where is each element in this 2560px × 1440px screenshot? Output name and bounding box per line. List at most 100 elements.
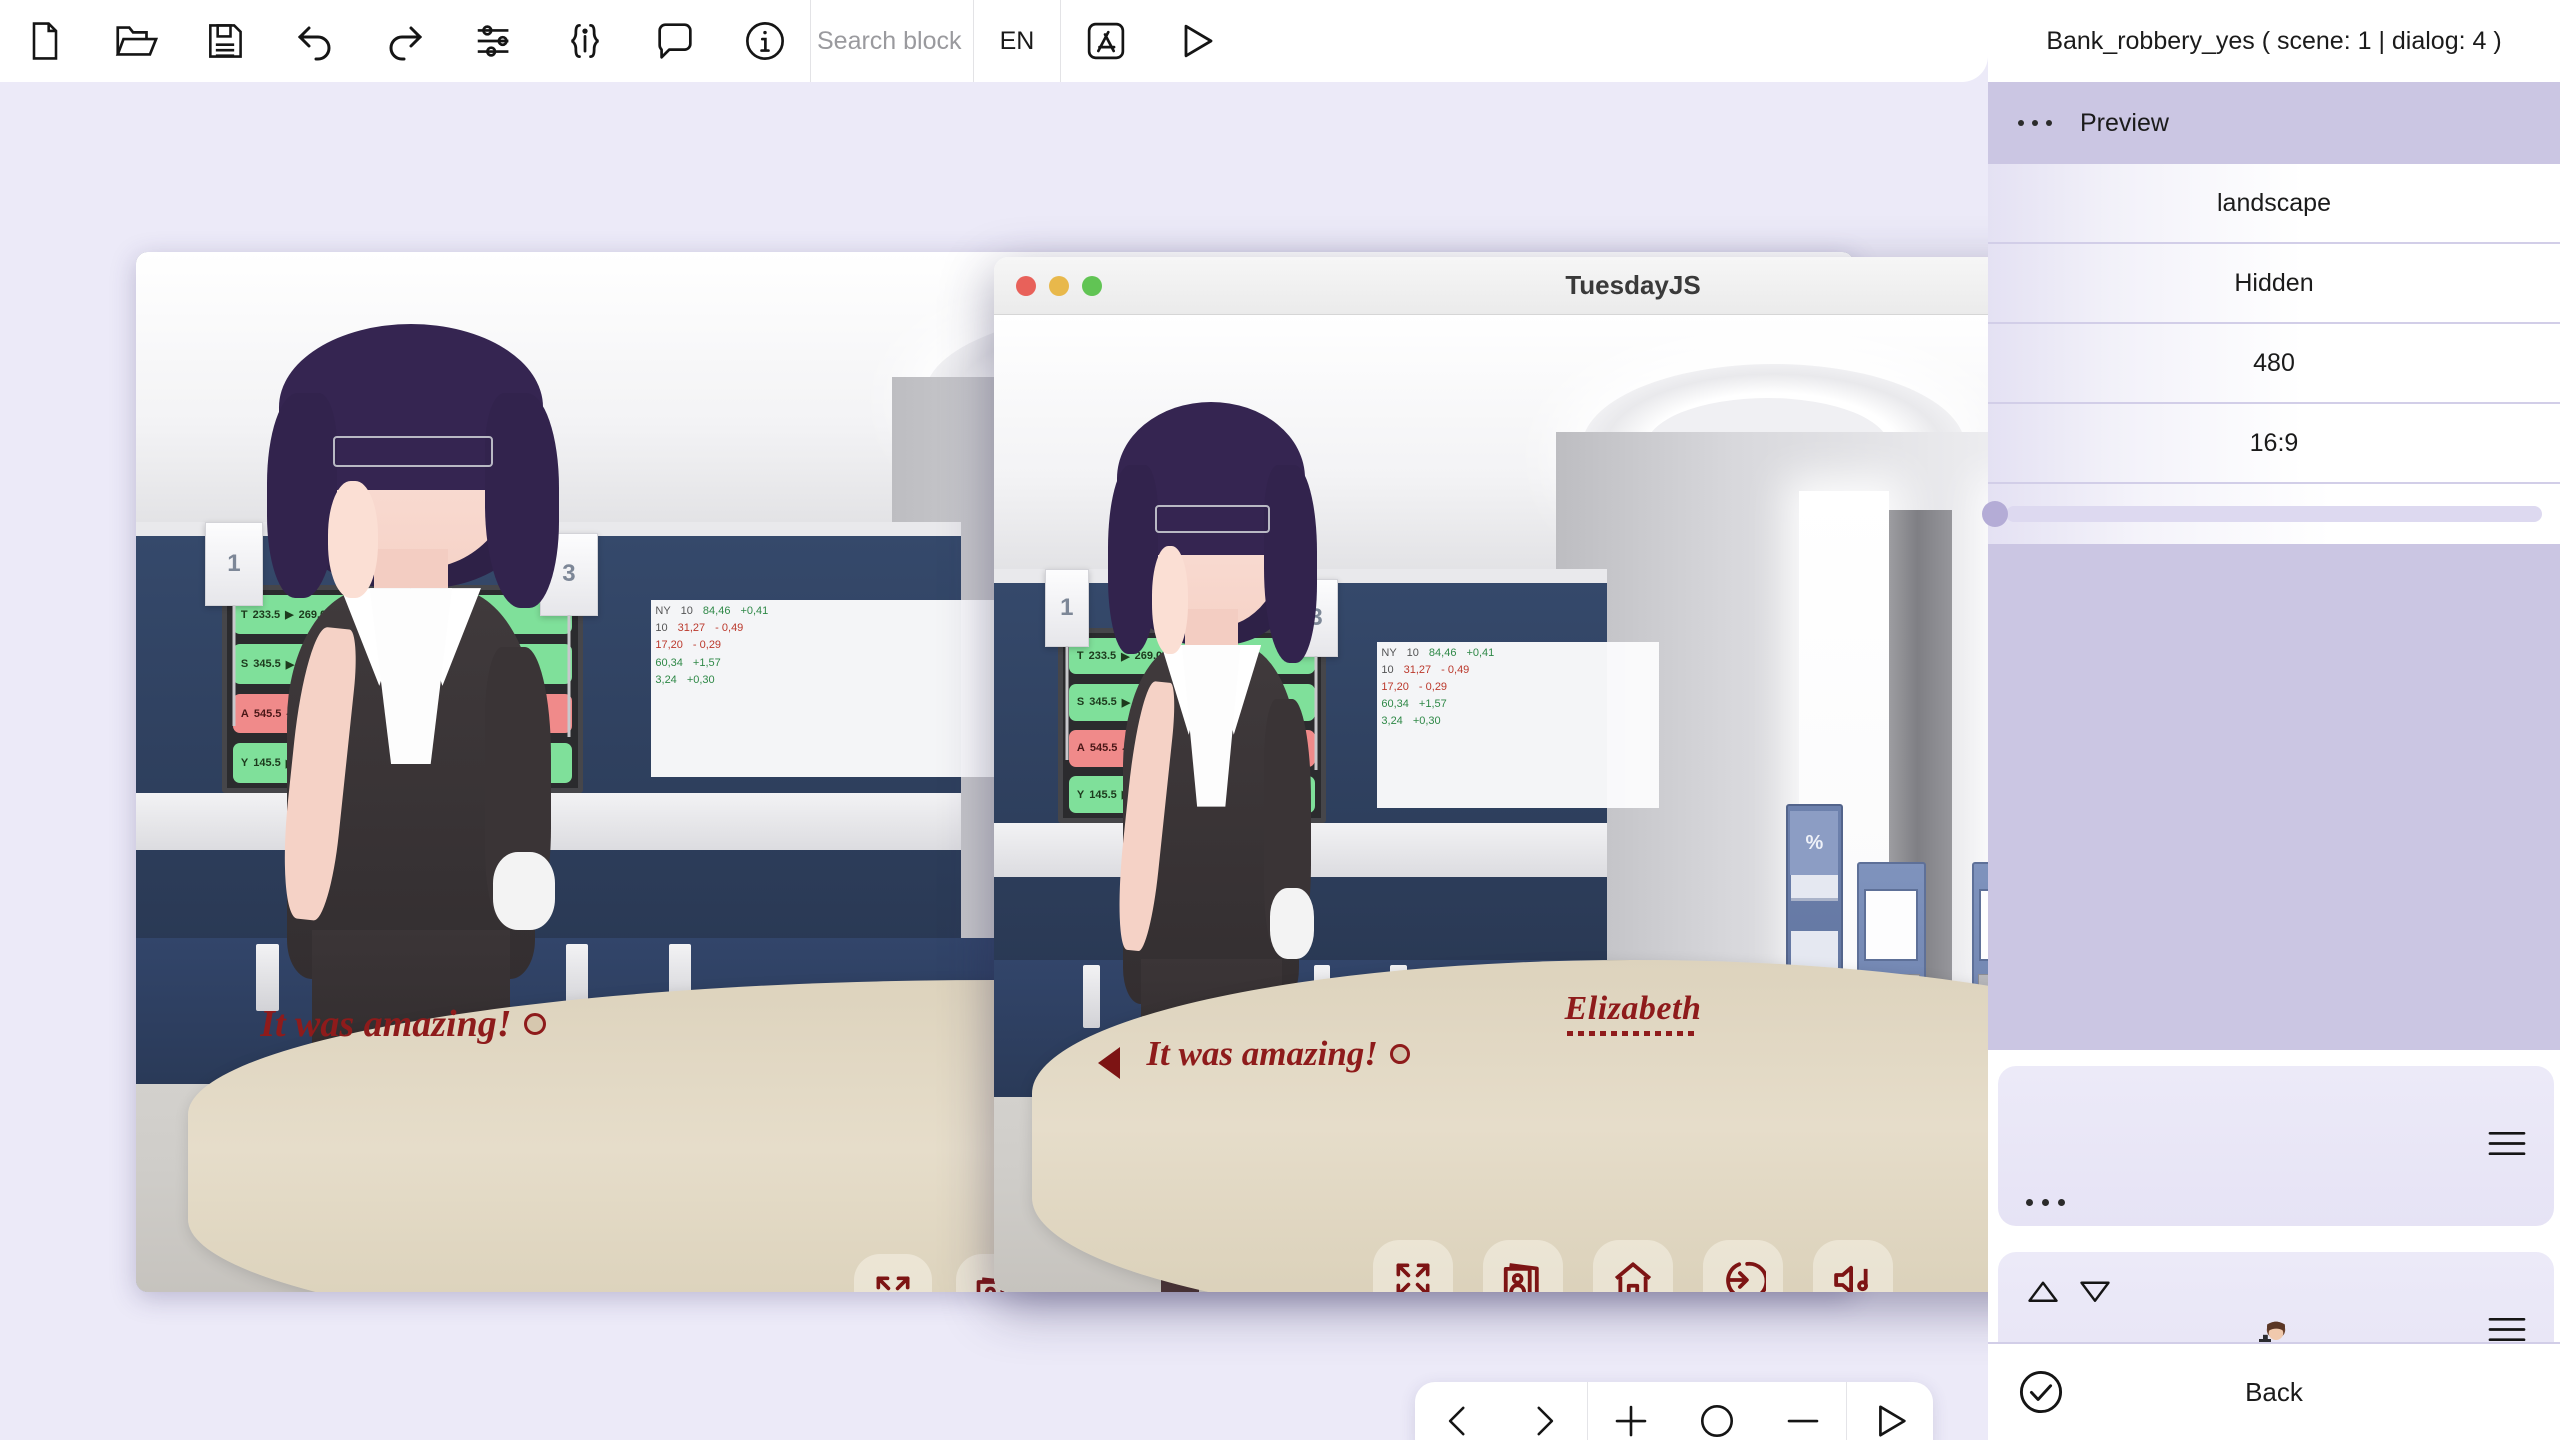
fullscreen-button[interactable]	[1372, 1239, 1453, 1292]
ticker-row: 17,20 - 0,29	[1381, 681, 1448, 694]
bottom-toolbar	[1415, 1382, 1933, 1440]
new-file-button[interactable]	[0, 0, 90, 82]
json-button[interactable]	[540, 0, 630, 82]
ticker-row: 3,24 +0,30	[655, 673, 715, 686]
arrow-into-circle-icon	[1726, 1261, 1766, 1292]
ticker-row: 17,20 - 0,29	[655, 639, 722, 652]
prev-line-button[interactable]	[1098, 1047, 1121, 1080]
triangle-up-icon[interactable]	[2024, 1276, 2062, 1306]
prev-dialog-button[interactable]	[1415, 1382, 1501, 1440]
export-button[interactable]	[1061, 0, 1151, 82]
editor-workspace: T 233.5 ▶ 269.0 S 345.5 ▶ 353.0 A 545.5	[0, 82, 1988, 1440]
redo-arrow-icon	[389, 26, 423, 61]
search-block-field[interactable]	[811, 0, 973, 82]
file-icon	[32, 22, 58, 60]
play-triangle-icon	[1184, 24, 1213, 58]
ticker-row: 10 31,27 - 0,49	[655, 622, 744, 635]
ellipsis-icon[interactable]	[2018, 120, 2052, 126]
plus-icon	[1615, 1405, 1647, 1437]
atm-screen	[1978, 889, 1988, 962]
open-folder-button[interactable]	[90, 0, 180, 82]
app-export-icon	[1087, 22, 1125, 60]
hamburger-menu-icon	[2488, 1131, 2526, 1156]
search-input[interactable]	[817, 26, 967, 56]
add-block-button[interactable]	[1588, 1382, 1674, 1440]
expand-arrows-icon	[1396, 1263, 1430, 1292]
preview-section-header[interactable]: Preview	[1988, 82, 2560, 164]
preview-window-title: TuesdayJS	[1565, 270, 1701, 300]
redo-button[interactable]	[360, 0, 450, 82]
rack-percent-badge: %	[1790, 811, 1839, 875]
background-layer-menu-button[interactable]	[2486, 1127, 2528, 1166]
slider-track[interactable]	[2006, 506, 2542, 522]
stock-ticker-panel: NY 10 84,46 +0,41 10 31,27 - 0,49 17,20	[1377, 642, 1659, 809]
sliders-icon	[477, 25, 509, 57]
preview-dialog-controls	[1032, 1239, 1988, 1292]
speaker-note-icon	[1834, 1265, 1868, 1292]
circle-indicator-icon	[523, 1013, 546, 1036]
background-layer-options-icon[interactable]	[2026, 1199, 2065, 1206]
property-row-ratio[interactable]: 16:9	[1988, 404, 2560, 484]
stock-ticker-panel: NY 10 84,46 +0,41 10 31,27 - 0,49 17,20 …	[651, 600, 1030, 778]
chevron-right-icon	[1537, 1406, 1554, 1436]
run-button[interactable]	[1847, 1382, 1933, 1440]
ticker-row: NY 10 84,46 +0,41	[655, 605, 769, 618]
play-triangle-icon	[1879, 1405, 1906, 1437]
info-circle-icon	[746, 22, 784, 60]
folder-open-icon	[115, 26, 158, 56]
preview-window[interactable]: TuesdayJS T 233.5 ▶ 269.0 S 345.5 ▶ A 54…	[994, 257, 1988, 1292]
circle-button[interactable]	[1674, 1382, 1760, 1440]
undo-arrow-icon	[297, 26, 331, 61]
home-icon	[1614, 1262, 1652, 1292]
ticker-row: 10 31,27 - 0,49	[1381, 664, 1470, 677]
info-button[interactable]	[720, 0, 810, 82]
floppy-disk-icon	[209, 24, 242, 58]
circle-indicator-icon	[1389, 1044, 1410, 1065]
panel-footer: Back	[1988, 1342, 2560, 1440]
remove-block-button[interactable]	[1760, 1382, 1846, 1440]
ticker-row: 60,34 +1,57	[655, 656, 721, 669]
layer-order-controls	[2024, 1276, 2114, 1306]
property-row-orientation[interactable]: landscape	[1988, 164, 2560, 244]
preview-titlebar[interactable]: TuesdayJS	[994, 257, 1988, 315]
language-selector[interactable]: EN	[974, 0, 1060, 82]
zoom-slider[interactable]	[1982, 484, 2560, 544]
load-button[interactable]	[1702, 1239, 1783, 1292]
preview-dialog-bubble: Elizabeth It was amazing!	[1032, 959, 1988, 1292]
dialog-text: It was amazing!	[260, 1002, 546, 1046]
save-button[interactable]	[180, 0, 270, 82]
curly-braces-icon	[570, 24, 600, 58]
circle-icon	[1700, 1404, 1734, 1438]
next-dialog-button[interactable]	[1501, 1382, 1587, 1440]
minus-icon	[1787, 1419, 1819, 1423]
home-button[interactable]	[1592, 1239, 1673, 1292]
atm-screen	[1863, 889, 1919, 962]
preview-canvas: T 233.5 ▶ 269.0 S 345.5 ▶ 353.0 A	[994, 315, 1988, 1292]
ticker-row: NY 10 84,46 +0,41	[1381, 647, 1495, 660]
back-button[interactable]: Back	[1988, 1377, 2560, 1408]
sound-button[interactable]	[1812, 1239, 1893, 1292]
property-row-height[interactable]: 480	[1988, 324, 2560, 404]
app-root: EN	[0, 0, 2560, 1440]
triangle-down-icon[interactable]	[2076, 1276, 2114, 1306]
speaker-underline	[1566, 1030, 1699, 1036]
gallery-cards-icon	[1503, 1263, 1539, 1292]
panel-background-fill	[1988, 529, 2560, 1050]
right-properties-panel: Bank_robbery_yes ( scene: 1 | dialog: 4 …	[1982, 0, 2560, 1440]
play-button[interactable]	[1151, 0, 1241, 82]
undo-button[interactable]	[270, 0, 360, 82]
project-title: Bank_robbery_yes ( scene: 1 | dialog: 4 …	[2046, 26, 2502, 55]
expand-arrows-icon	[876, 1276, 910, 1291]
ticker-row: 60,34 +1,57	[1381, 698, 1447, 711]
preview-dialog-text: It was amazing!	[1146, 1034, 1410, 1074]
property-row-visibility[interactable]: Hidden	[1988, 244, 2560, 324]
property-list: landscape Hidden 480 16:9	[1982, 164, 2560, 544]
settings-button[interactable]	[450, 0, 540, 82]
comment-button[interactable]	[630, 0, 720, 82]
main-toolbar: EN	[0, 0, 1988, 82]
gallery-button[interactable]	[1482, 1239, 1563, 1292]
speech-bubble-icon	[658, 23, 692, 59]
fullscreen-button[interactable]	[853, 1253, 932, 1292]
background-layer-card[interactable]	[1998, 1066, 2554, 1226]
slider-knob[interactable]	[1982, 501, 2008, 527]
